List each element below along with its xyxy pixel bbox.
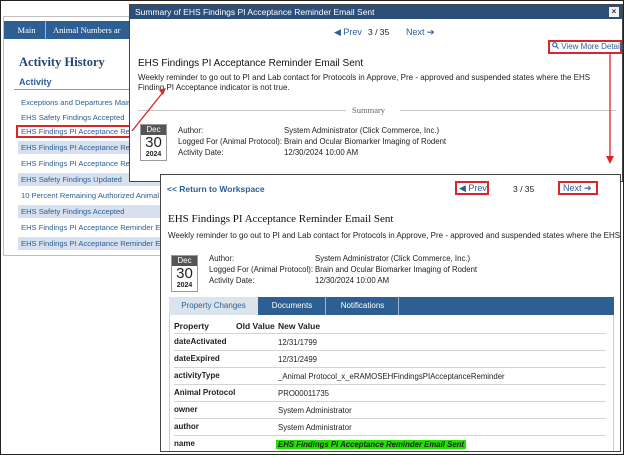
screenshot-frame: Main Animal Numbers ar Activity History …	[0, 0, 624, 455]
annotation-arrow-svg	[131, 52, 614, 164]
